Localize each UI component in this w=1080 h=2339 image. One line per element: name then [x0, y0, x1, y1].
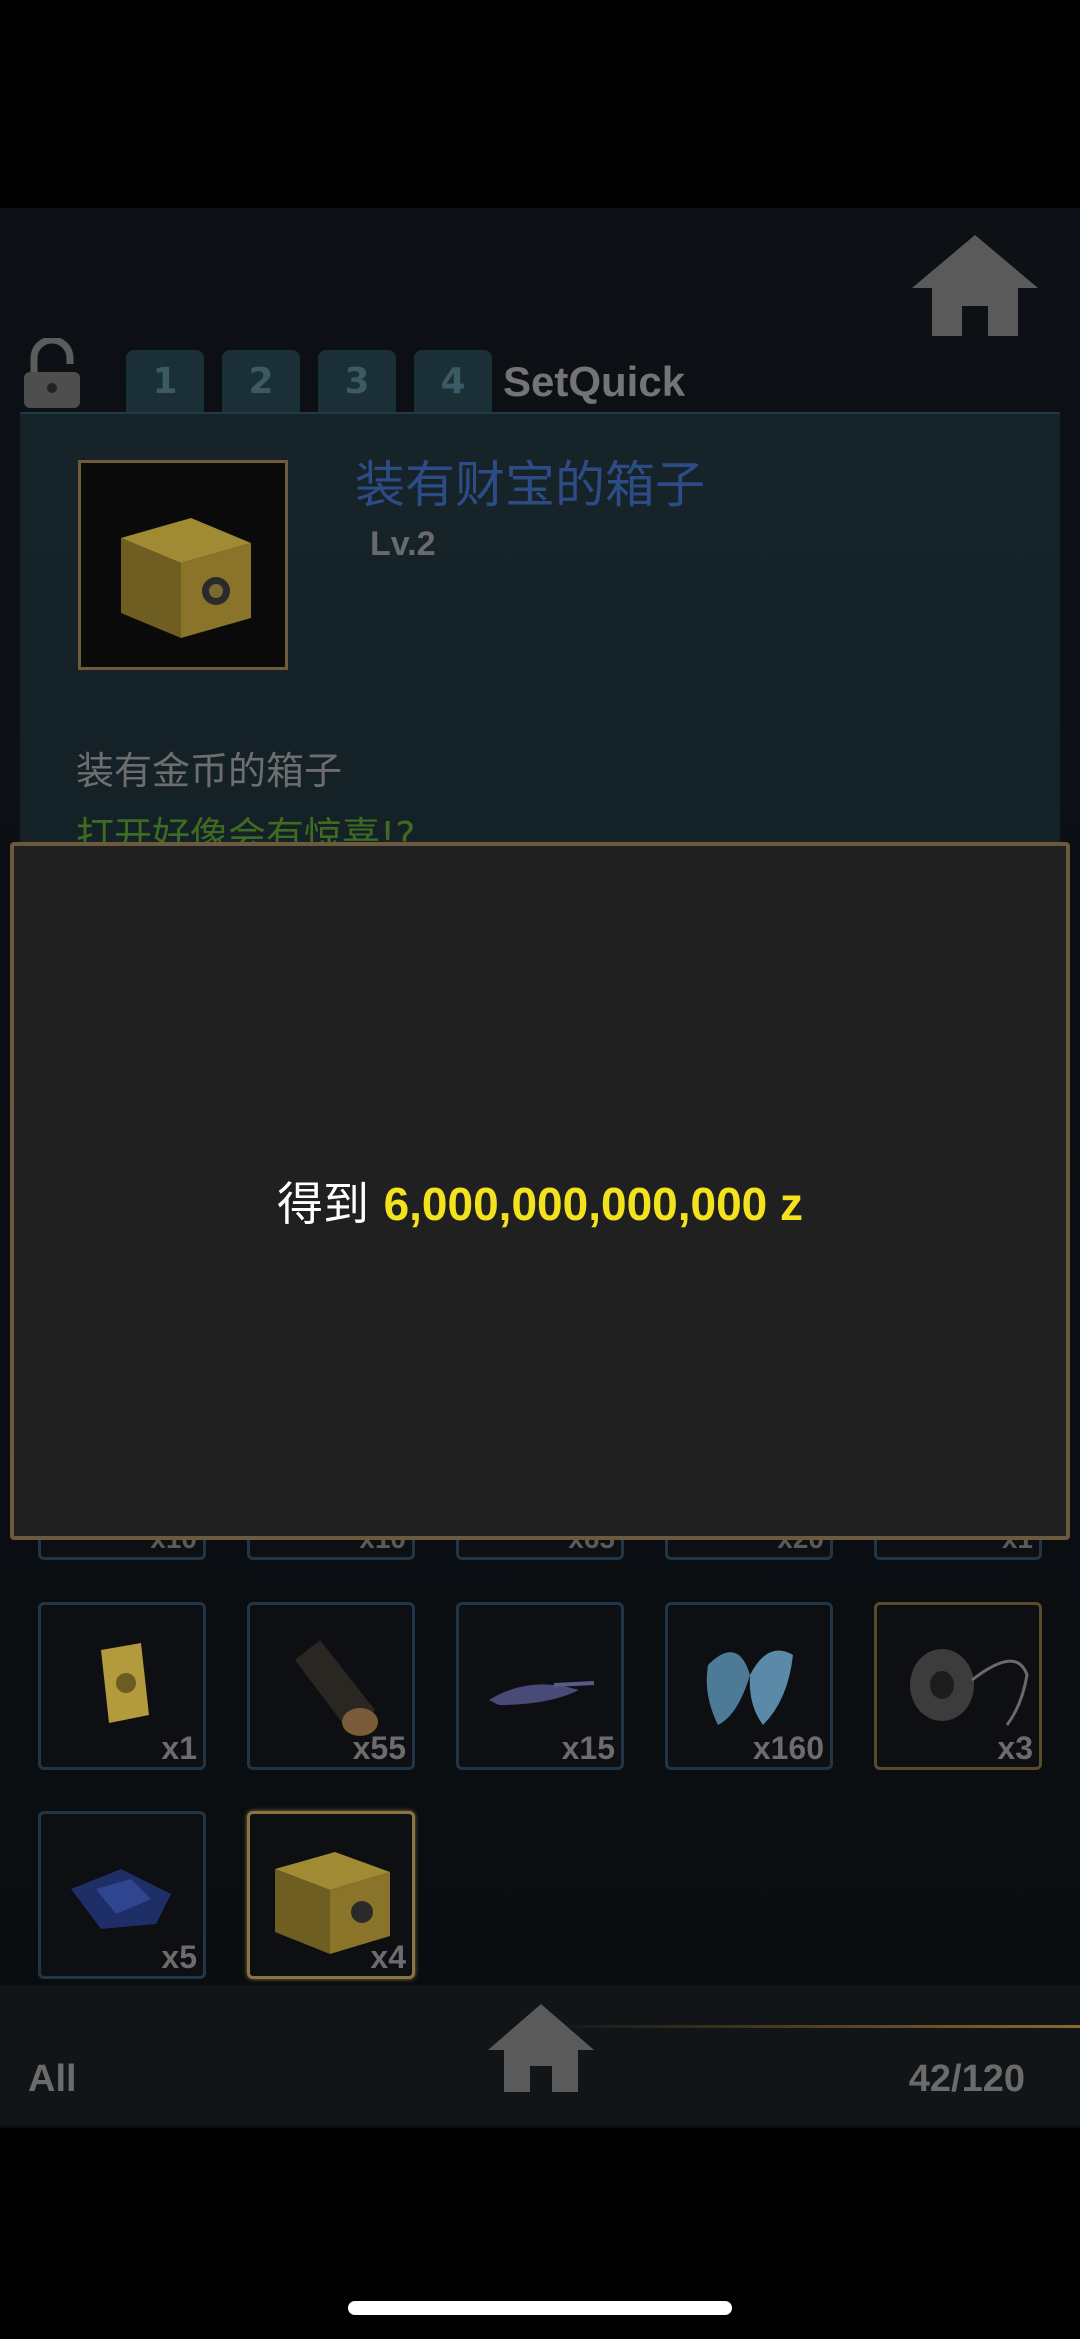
- divider: [540, 2025, 1080, 2028]
- item-count: x5: [161, 1939, 197, 1975]
- inventory-slot[interactable]: x5: [38, 1811, 206, 1979]
- inventory-slot-selected[interactable]: x4: [247, 1811, 415, 1979]
- home-indicator[interactable]: [348, 2301, 732, 2315]
- reward-dialog[interactable]: 得到 6,000,000,000,000 z: [10, 842, 1070, 1540]
- inventory-capacity: 42/120: [908, 2058, 1025, 2100]
- tab-2[interactable]: 2: [222, 350, 300, 412]
- inventory-slot[interactable]: x3: [874, 1602, 1042, 1770]
- inventory-slot[interactable]: x55: [247, 1602, 415, 1770]
- set-quick-button[interactable]: SetQuick: [503, 358, 685, 406]
- tab-3[interactable]: 3: [318, 350, 396, 412]
- item-portrait: [78, 460, 288, 670]
- tab-4[interactable]: 4: [414, 350, 492, 412]
- treasure-box-icon: [121, 518, 251, 638]
- item-count: x3: [997, 1730, 1033, 1766]
- item-count: x15: [561, 1730, 615, 1766]
- reward-prefix: 得到: [276, 1177, 369, 1231]
- item-level: Lv.2: [370, 525, 436, 563]
- inventory-slot[interactable]: x15: [456, 1602, 624, 1770]
- reward-amount: 6,000,000,000,000 z: [383, 1178, 804, 1230]
- unlock-icon[interactable]: [20, 338, 84, 410]
- item-count: x1: [161, 1730, 197, 1766]
- filter-all-button[interactable]: All: [28, 2058, 77, 2101]
- home-icon[interactable]: [486, 2000, 596, 2096]
- home-icon[interactable]: [910, 230, 1040, 340]
- item-count: x55: [352, 1730, 406, 1766]
- inventory-slot[interactable]: x1: [38, 1602, 206, 1770]
- reward-message: 得到 6,000,000,000,000 z: [14, 1168, 1066, 1234]
- item-description: 装有金币的箱子: [76, 749, 343, 793]
- item-name: 装有财宝的箱子: [355, 456, 705, 514]
- item-count: x4: [370, 1939, 406, 1975]
- item-count: x160: [752, 1730, 824, 1766]
- tab-1[interactable]: 1: [126, 350, 204, 412]
- inventory-slot[interactable]: x160: [665, 1602, 833, 1770]
